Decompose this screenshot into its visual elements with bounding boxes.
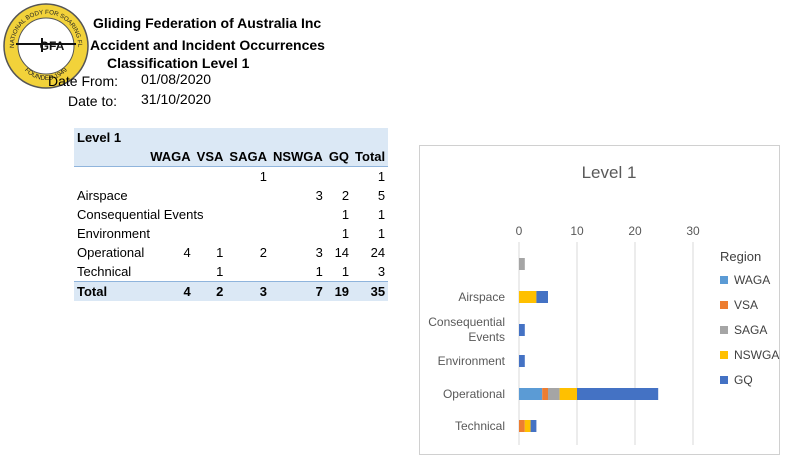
pivot-title-row: Level 1 bbox=[74, 128, 389, 147]
bar-segment-saga bbox=[519, 258, 525, 270]
total-cell: 4 bbox=[147, 281, 194, 301]
y-tick-label: Environment bbox=[438, 354, 506, 368]
bar-segment-saga bbox=[548, 388, 560, 400]
legend-item: VSA bbox=[734, 298, 758, 312]
total-row: Total 4 2 3 7 19 35 bbox=[74, 281, 389, 301]
col-header[interactable]: Total bbox=[352, 147, 389, 167]
table-cell: 1 bbox=[377, 207, 386, 222]
y-tick-label: Consequential bbox=[428, 315, 505, 329]
table-cell: 1 bbox=[216, 245, 224, 260]
date-from-label: Date From: bbox=[48, 73, 119, 89]
pivot-title: Level 1 bbox=[74, 128, 389, 147]
table-cell: 24 bbox=[370, 245, 386, 260]
col-header[interactable]: NSWGA bbox=[269, 147, 326, 167]
report-title: Gliding Federation of Australia Inc bbox=[93, 15, 322, 31]
stacked-bar-chart[interactable]: Level 1 0 10 20 30 Airspace ConsequentialEvent… bbox=[419, 145, 780, 455]
col-header[interactable]: VSA bbox=[193, 147, 227, 167]
legend-swatch bbox=[720, 376, 728, 384]
table-cell: 1 bbox=[377, 226, 386, 241]
table-cell bbox=[270, 167, 326, 187]
logo-text-center: GFA bbox=[40, 39, 65, 53]
legend-swatch bbox=[720, 276, 728, 284]
date-to-label: Date to: bbox=[68, 93, 118, 109]
table-cell: 1 bbox=[315, 264, 323, 279]
table-cell: 2 bbox=[341, 188, 350, 203]
y-tick-label: Events bbox=[468, 330, 505, 344]
legend-title: Region bbox=[720, 249, 761, 264]
bar-segment-vsa bbox=[519, 420, 525, 432]
chart-title: Level 1 bbox=[582, 163, 637, 182]
legend-item: WAGA bbox=[734, 273, 770, 287]
bar-segment-waga bbox=[519, 388, 543, 400]
table-cell: 14 bbox=[334, 245, 350, 260]
bar-segment-nswga bbox=[559, 388, 577, 400]
table-row: Airspace 3 2 5 bbox=[74, 186, 388, 205]
table-cell bbox=[194, 167, 227, 187]
x-tick-label: 10 bbox=[570, 224, 584, 238]
table-cell: 3 bbox=[377, 264, 386, 279]
table-cell: 3 bbox=[315, 188, 323, 203]
table-row: Technical 1 1 1 3 bbox=[74, 262, 388, 282]
bar-segment-gq bbox=[530, 420, 537, 432]
table-cell: 1 bbox=[341, 226, 350, 241]
y-tick-label: Operational bbox=[443, 387, 505, 401]
table-cell bbox=[226, 262, 270, 282]
report-classification: Classification Level 1 bbox=[107, 55, 250, 71]
table-cell: 4 bbox=[183, 245, 191, 260]
bar-segment-gq bbox=[519, 324, 525, 336]
table-row: 1 1 bbox=[74, 167, 388, 187]
total-cell: 35 bbox=[352, 281, 389, 301]
table-cell: 1 bbox=[259, 169, 267, 184]
legend-item: GQ bbox=[734, 373, 753, 387]
table-cell: 2 bbox=[259, 245, 267, 260]
date-to-value: 31/10/2020 bbox=[141, 91, 212, 107]
report-subtitle: Accident and Incident Occurrences bbox=[90, 37, 325, 53]
x-tick-label: 30 bbox=[686, 224, 700, 238]
legend-item: SAGA bbox=[734, 323, 767, 337]
total-cell: 19 bbox=[325, 281, 353, 301]
row-label[interactable]: Consequential Events bbox=[74, 205, 326, 224]
legend-swatch bbox=[720, 351, 728, 359]
pivot-table: Level 1 WAGA VSA SAGA NSWGA GQ Total 1 1… bbox=[74, 128, 389, 301]
date-from-value: 01/08/2020 bbox=[141, 71, 212, 87]
total-cell: 3 bbox=[226, 281, 270, 301]
table-cell bbox=[147, 262, 193, 282]
x-tick-label: 20 bbox=[628, 224, 642, 238]
bar-segment-nswga bbox=[519, 291, 537, 303]
table-cell bbox=[147, 167, 193, 187]
col-header[interactable]: SAGA bbox=[226, 147, 270, 167]
legend-swatch bbox=[720, 326, 728, 334]
table-cell: 1 bbox=[216, 264, 224, 279]
y-tick-label: Airspace bbox=[458, 290, 505, 304]
bar-segment-gq bbox=[519, 355, 525, 367]
total-cell: 2 bbox=[193, 281, 227, 301]
legend-swatch bbox=[720, 301, 728, 309]
table-row: Consequential Events 1 1 bbox=[74, 205, 388, 224]
table-cell: 1 bbox=[341, 207, 350, 222]
bar-segment-gq bbox=[577, 388, 659, 400]
table-cell: 1 bbox=[341, 264, 350, 279]
table-cell: 1 bbox=[377, 169, 386, 184]
table-cell bbox=[326, 167, 352, 187]
row-label[interactable]: Operational bbox=[74, 243, 147, 262]
x-tick-label: 0 bbox=[516, 224, 523, 238]
bar-segment-nswga bbox=[524, 420, 531, 432]
col-header[interactable]: GQ bbox=[325, 147, 353, 167]
table-row: Operational 4 1 2 3 14 24 bbox=[74, 243, 388, 262]
row-label[interactable]: Technical bbox=[74, 262, 147, 282]
total-cell: 7 bbox=[269, 281, 326, 301]
col-header[interactable]: WAGA bbox=[147, 147, 194, 167]
y-tick-label: Technical bbox=[455, 419, 505, 433]
bar-segment-vsa bbox=[542, 388, 548, 400]
legend-item: NSWGA bbox=[734, 348, 779, 362]
pivot-header-row: WAGA VSA SAGA NSWGA GQ Total bbox=[74, 147, 389, 167]
total-label[interactable]: Total bbox=[74, 281, 148, 301]
row-label[interactable] bbox=[74, 167, 147, 187]
row-label[interactable]: Airspace bbox=[74, 186, 270, 205]
bar-segment-gq bbox=[536, 291, 548, 303]
table-row: Environment 1 1 bbox=[74, 224, 388, 243]
table-cell: 5 bbox=[377, 188, 386, 203]
table-cell: 3 bbox=[315, 245, 323, 260]
row-label[interactable]: Environment bbox=[74, 224, 326, 243]
